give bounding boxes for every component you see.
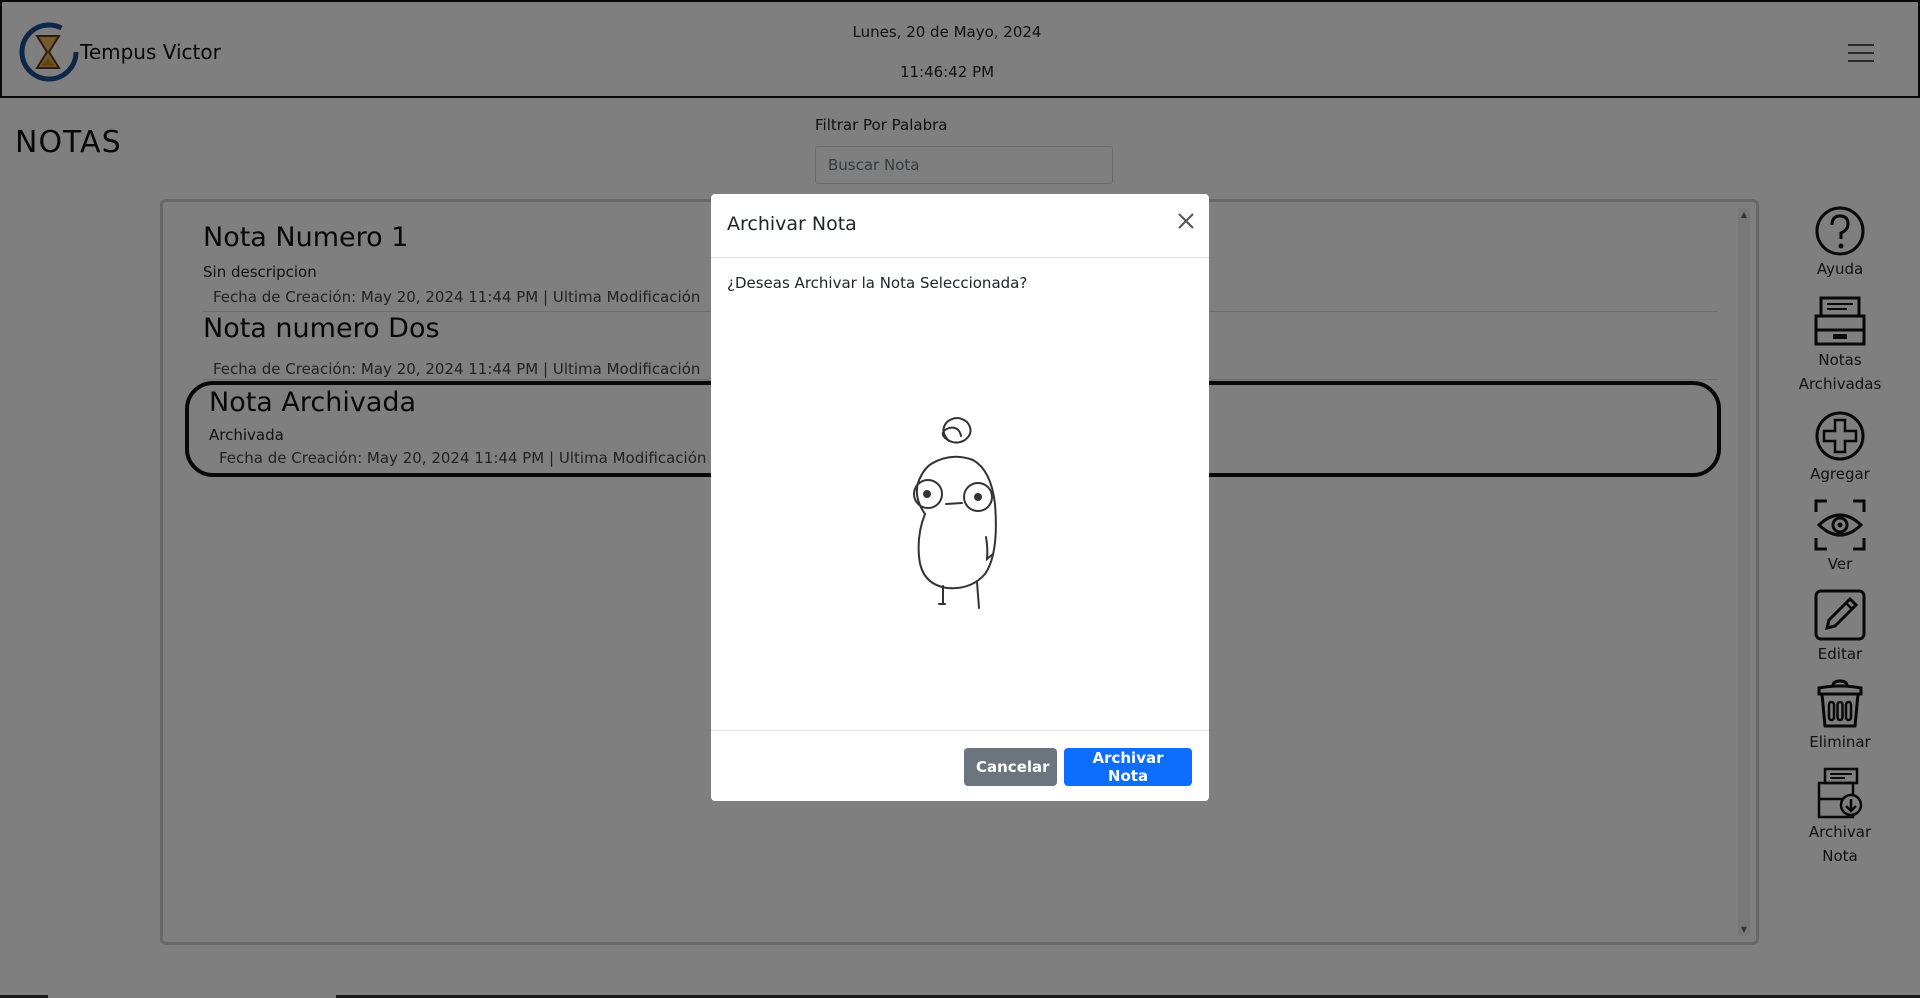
modal-footer: Cancelar Archivar Nota — [711, 730, 1209, 802]
modal-message: ¿Deseas Archivar la Nota Seleccionada? — [727, 274, 1028, 292]
modal-header: Archivar Nota — [711, 194, 1209, 258]
modal-title: Archivar Nota — [727, 213, 857, 235]
archive-note-dialog: Archivar Nota ¿Deseas Archivar la Nota S… — [711, 194, 1209, 801]
cancel-button[interactable]: Cancelar — [964, 748, 1057, 786]
archive-note-confirm-button[interactable]: Archivar Nota — [1064, 748, 1192, 786]
doodle-character-illustration — [913, 417, 997, 609]
close-icon[interactable] — [1171, 206, 1201, 236]
